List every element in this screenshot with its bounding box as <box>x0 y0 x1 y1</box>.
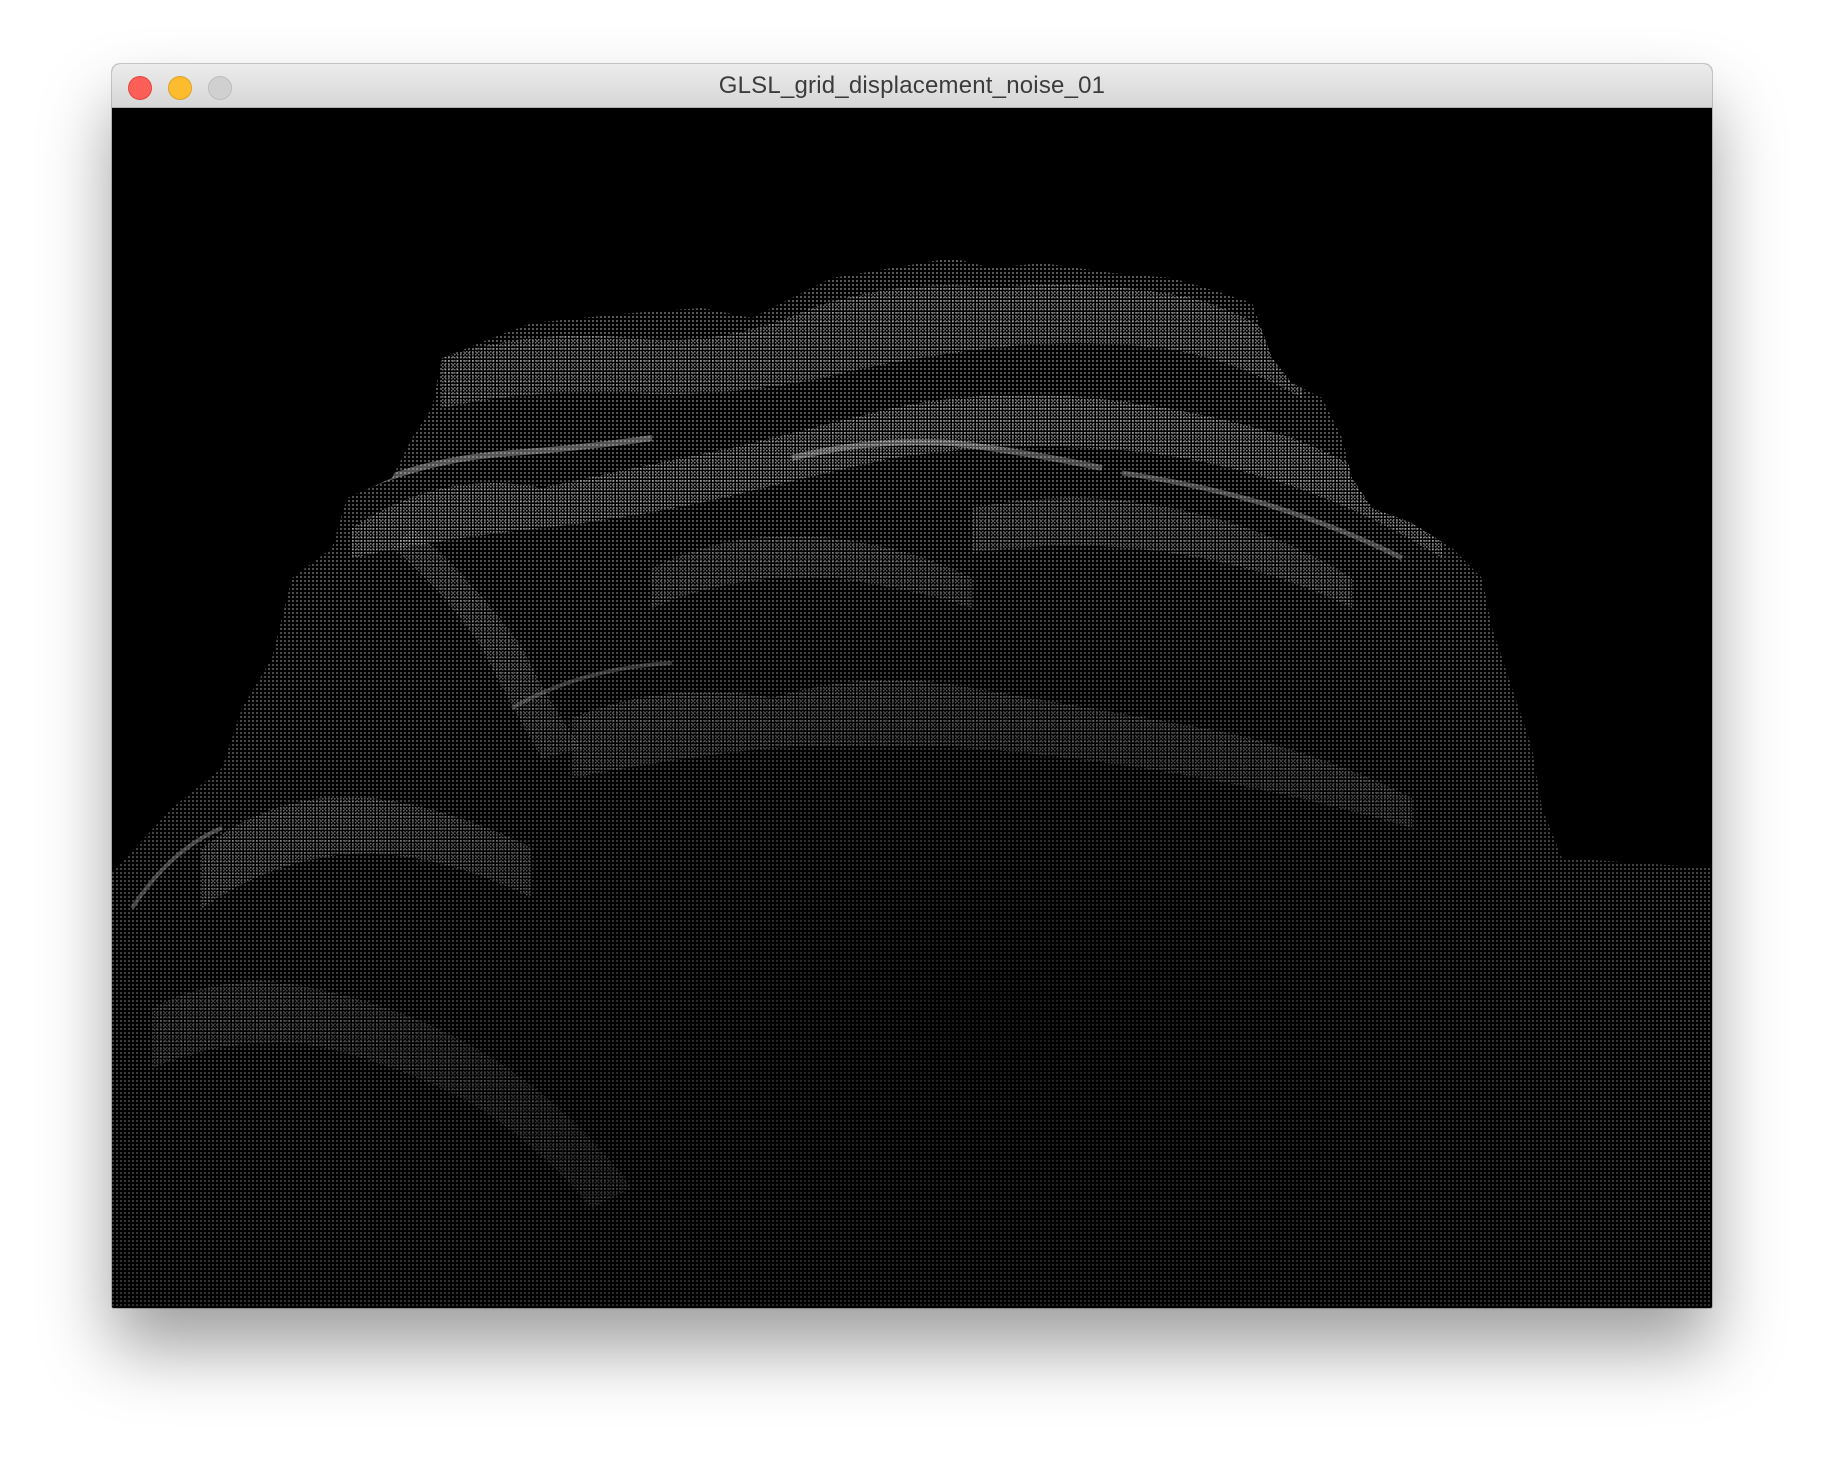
gl-canvas[interactable] <box>112 108 1712 1308</box>
window-title: GLSL_grid_displacement_noise_01 <box>718 72 1106 99</box>
app-window: GLSL_grid_displacement_noise_01 <box>112 64 1712 1308</box>
terrain-render <box>112 258 1712 1308</box>
title-bar[interactable]: GLSL_grid_displacement_noise_01 <box>112 64 1712 108</box>
terrain-surface <box>112 258 1712 1308</box>
